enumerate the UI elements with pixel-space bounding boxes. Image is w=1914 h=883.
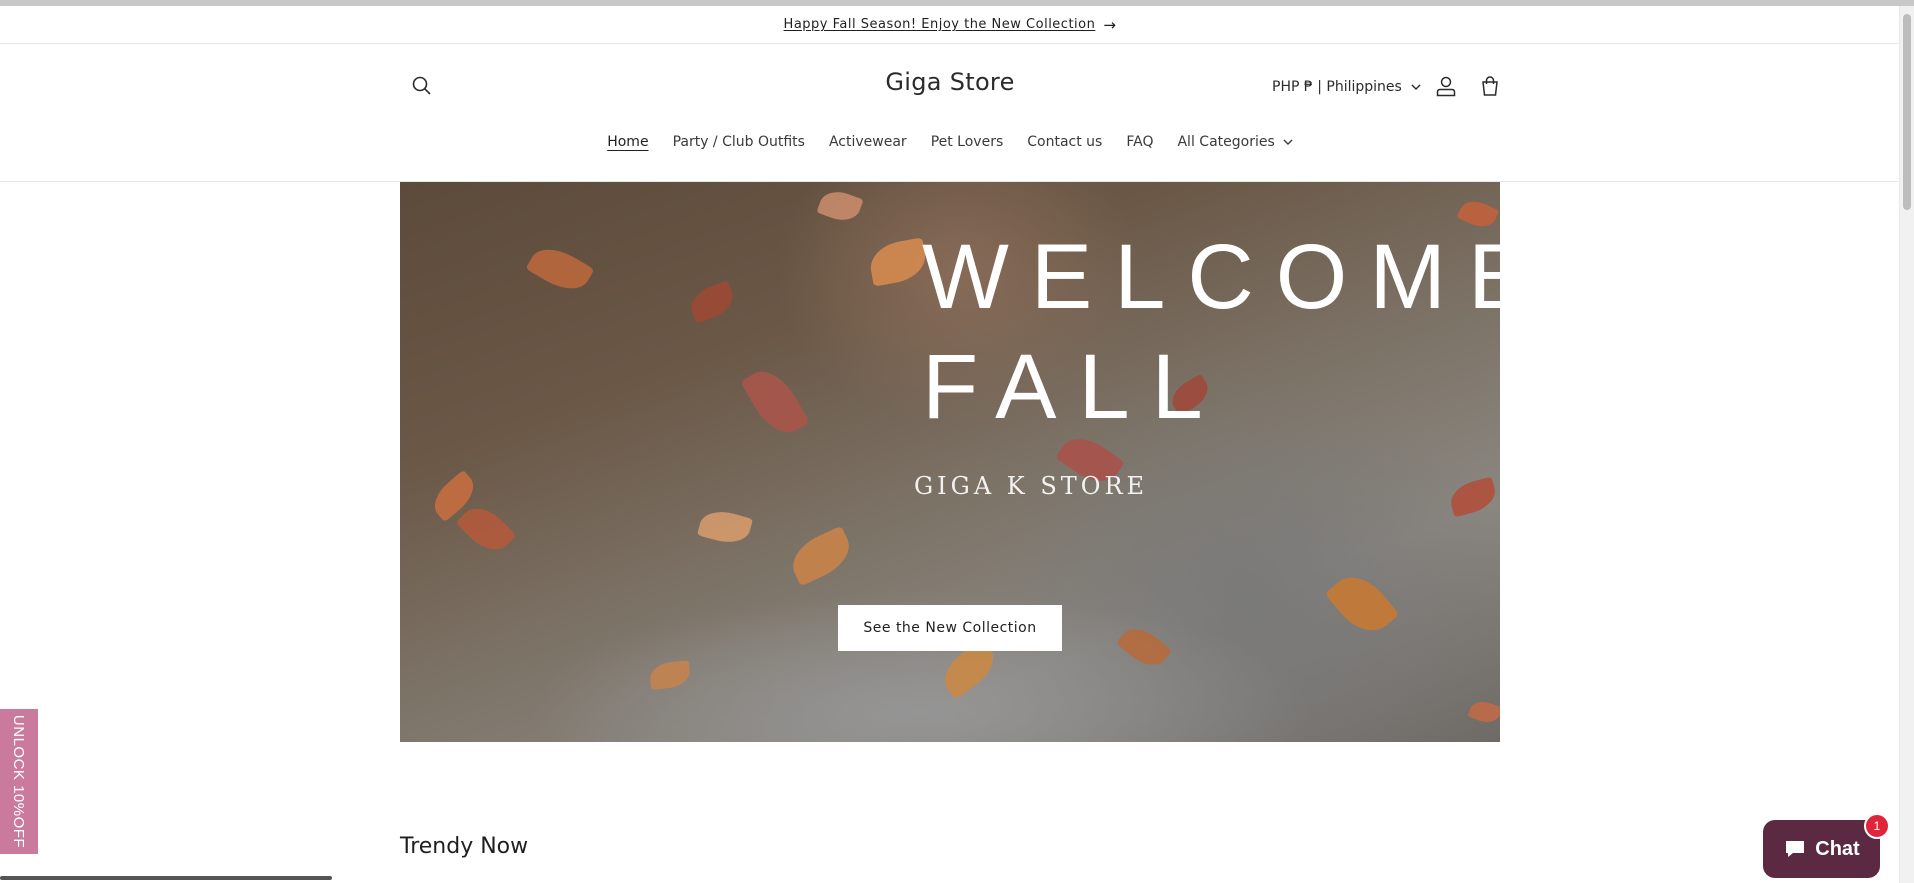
leaf-decoration — [648, 660, 692, 690]
main-navigation: Home Party / Club Outfits Activewear Pet… — [0, 130, 1900, 154]
leaf-decoration — [1446, 476, 1500, 518]
leaf-decoration — [455, 498, 517, 560]
site-header: Giga Store PHP ₱ | Philippines Home Part… — [0, 44, 1900, 182]
currency-country-selector[interactable]: PHP ₱ | Philippines — [1272, 76, 1421, 98]
chat-label: Chat — [1815, 837, 1860, 860]
chevron-down-icon — [1283, 139, 1293, 145]
chat-notification-badge: 1 — [1864, 813, 1890, 839]
nav-item-pet-lovers[interactable]: Pet Lovers — [919, 130, 1016, 154]
chat-bubble-icon — [1786, 841, 1805, 857]
trendy-now-heading: Trendy Now — [400, 834, 529, 859]
hero-title: WELCOME FALL — [922, 222, 1500, 442]
arrow-right-icon: → — [1103, 15, 1117, 34]
page-scrollbar[interactable] — [1899, 6, 1914, 883]
nav-item-all-categories-label: All Categories — [1177, 134, 1275, 150]
locale-label: PHP ₱ | Philippines — [1272, 79, 1402, 95]
leaf-decoration — [686, 280, 738, 324]
store-logo[interactable]: Giga Store — [800, 68, 1100, 96]
nav-item-home[interactable]: Home — [595, 130, 660, 154]
nav-item-all-categories[interactable]: All Categories — [1165, 130, 1304, 154]
nav-item-activewear[interactable]: Activewear — [817, 130, 919, 154]
scrollbar-thumb[interactable] — [1903, 14, 1911, 210]
nav-item-contact-us[interactable]: Contact us — [1015, 130, 1114, 154]
leaf-decoration — [784, 525, 858, 587]
bottom-progress-bar — [0, 876, 332, 880]
nav-item-faq[interactable]: FAQ — [1114, 130, 1165, 154]
hero-subtitle: GIGA K STORE — [914, 472, 1149, 500]
see-new-collection-button[interactable]: See the New Collection — [838, 605, 1062, 651]
leaf-decoration — [866, 237, 930, 287]
announcement-text[interactable]: Happy Fall Season! Enjoy the New Collect… — [784, 17, 1096, 32]
leaf-decoration — [1115, 620, 1173, 674]
leaf-decoration — [816, 186, 864, 226]
cart-icon[interactable] — [1474, 70, 1506, 102]
unlock-discount-label: UNLOCK 10%OFF — [10, 714, 28, 849]
chevron-down-icon — [1411, 84, 1421, 90]
leaf-decoration — [1467, 697, 1500, 727]
leaf-decoration — [525, 239, 595, 299]
announcement-bar[interactable]: Happy Fall Season! Enjoy the New Collect… — [0, 6, 1900, 44]
hero-banner: WELCOME FALL GIGA K STORE See the New Co… — [400, 182, 1500, 742]
leaf-decoration — [696, 506, 754, 548]
unlock-discount-tab[interactable]: UNLOCK 10%OFF — [0, 709, 38, 854]
leaf-decoration — [740, 361, 810, 443]
account-icon[interactable] — [1430, 70, 1462, 102]
search-icon[interactable] — [406, 70, 438, 102]
hero-title-line-2: FALL — [922, 336, 1225, 438]
nav-item-party-club-outfits[interactable]: Party / Club Outfits — [661, 130, 817, 154]
chat-button[interactable]: Chat — [1763, 820, 1880, 878]
hero-title-line-1: WELCOME — [922, 226, 1500, 328]
leaf-decoration — [1324, 565, 1400, 643]
